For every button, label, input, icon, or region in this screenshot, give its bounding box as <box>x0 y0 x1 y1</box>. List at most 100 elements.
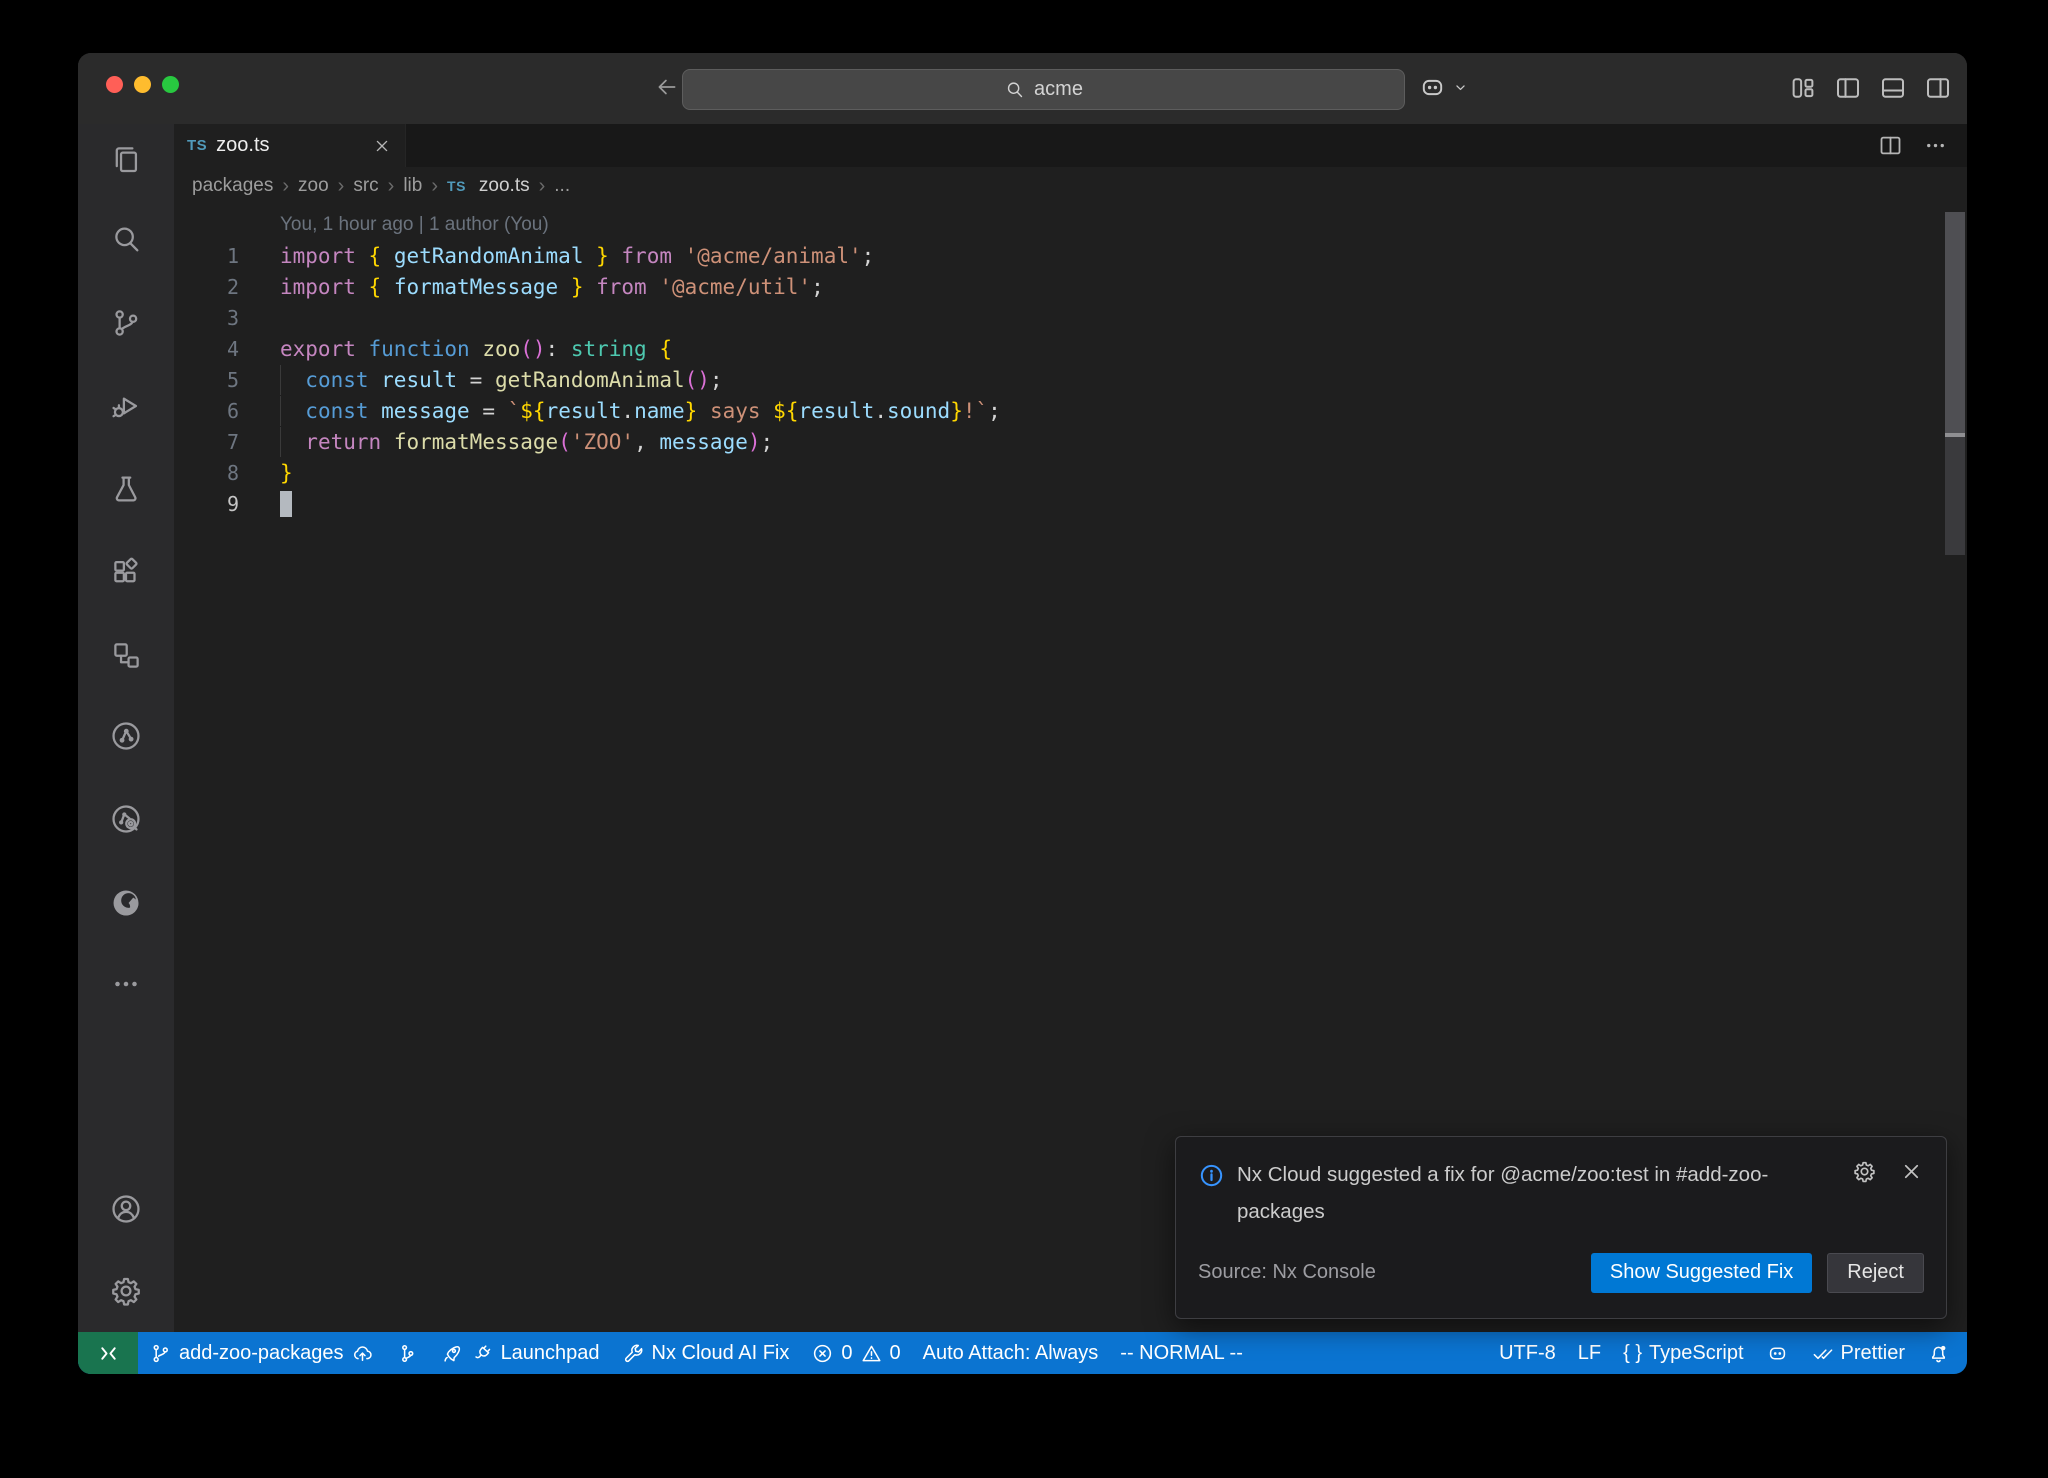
line-number[interactable]: 7 <box>174 430 239 454</box>
status-end-of-line[interactable]: LF <box>1567 1332 1612 1374</box>
files-icon[interactable] <box>109 142 143 176</box>
code-line-9[interactable]: 9 <box>174 488 1967 519</box>
code-line-5[interactable]: 5 const result = getRandomAnimal(); <box>174 364 1967 395</box>
status-text: -- NORMAL -- <box>1120 1342 1243 1365</box>
settings-gear-icon[interactable] <box>109 1274 143 1308</box>
status-text: { } <box>1623 1342 1642 1365</box>
browser-edge-icon[interactable] <box>109 886 143 920</box>
split-editor-icon[interactable] <box>1877 132 1904 159</box>
extensions-icon[interactable] <box>109 555 143 589</box>
arrow-left-icon[interactable] <box>654 74 680 100</box>
nx-cloud-icon[interactable] <box>109 802 143 836</box>
status-notifications-bell[interactable] <box>1916 1332 1961 1374</box>
breadcrumb-item-src[interactable]: src <box>353 175 378 197</box>
error-icon <box>811 1342 834 1365</box>
command-center-search[interactable]: acme <box>682 69 1405 110</box>
code-line-8[interactable]: 8} <box>174 457 1967 488</box>
line-number[interactable]: 3 <box>174 306 239 330</box>
toggle-panel-icon[interactable] <box>1878 73 1908 103</box>
line-number[interactable]: 9 <box>174 492 239 516</box>
code-line-1[interactable]: 1 import { getRandomAnimal } from '@acme/… <box>174 240 1967 271</box>
code-line-7[interactable]: 7 return formatMessage('ZOO', message); <box>174 426 1967 457</box>
status-language-mode[interactable]: { }TypeScript <box>1612 1332 1754 1374</box>
testing-beaker-icon[interactable] <box>109 472 143 506</box>
status-vim-mode[interactable]: -- NORMAL -- <box>1109 1332 1254 1374</box>
traffic-light-close[interactable] <box>106 76 123 93</box>
breadcrumb-item-packages[interactable]: packages <box>192 175 273 197</box>
status-text: Nx Cloud AI Fix <box>652 1342 790 1365</box>
title-bar: acme <box>78 53 1967 124</box>
warning-icon <box>860 1342 883 1365</box>
status-encoding[interactable]: UTF-8 <box>1488 1332 1567 1374</box>
breadcrumb-separator: › <box>282 175 289 198</box>
status-launchpad[interactable]: Launchpad <box>430 1332 611 1374</box>
status-auto-attach[interactable]: Auto Attach: Always <box>912 1332 1110 1374</box>
breadcrumb-item-zoo[interactable]: zoo <box>298 175 329 197</box>
tab-bar: TS zoo.ts <box>174 124 1967 167</box>
line-number[interactable]: 5 <box>174 368 239 392</box>
editor-scrollbar[interactable] <box>1945 212 1965 433</box>
text-cursor <box>280 491 292 517</box>
search-icon[interactable] <box>109 222 143 256</box>
code-text: const result = getRandomAnimal(); <box>280 368 723 392</box>
customize-layout-icon[interactable] <box>1788 73 1818 103</box>
more-actions-icon[interactable] <box>1922 132 1949 159</box>
status-remote-indicator[interactable] <box>78 1332 138 1374</box>
line-number[interactable]: 2 <box>174 275 239 299</box>
typescript-file-badge: TS <box>447 178 466 194</box>
ellipsis-icon[interactable] <box>109 967 143 1001</box>
cloud-upload-icon <box>351 1342 374 1365</box>
status-text: UTF-8 <box>1499 1342 1556 1365</box>
code-text: import { getRandomAnimal } from '@acme/a… <box>280 244 874 268</box>
run-debug-icon[interactable] <box>109 389 143 423</box>
status-text: 0 <box>890 1342 901 1365</box>
nx-console-icon[interactable] <box>109 719 143 753</box>
traffic-light-zoom[interactable] <box>162 76 179 93</box>
code-text: return formatMessage('ZOO', message); <box>280 430 773 454</box>
reject-button[interactable]: Reject <box>1827 1253 1924 1293</box>
activity-bar <box>78 124 174 1332</box>
toggle-primary-sidebar-icon[interactable] <box>1833 73 1863 103</box>
status-bar-right: UTF-8 LF{ }TypeScript Prettier <box>1488 1332 1967 1374</box>
code-text: } <box>280 461 293 485</box>
copilot-menu-button[interactable] <box>1418 73 1470 102</box>
tab-zoo-ts[interactable]: TS zoo.ts <box>174 124 406 167</box>
status-git-branch[interactable]: add-zoo-packages <box>138 1332 385 1374</box>
breadcrumb-item-lib[interactable]: lib <box>403 175 422 197</box>
breadcrumb-more[interactable]: ... <box>554 175 570 197</box>
rocket-icon <box>441 1342 464 1365</box>
status-nx-cloud-ai-fix[interactable]: Nx Cloud AI Fix <box>611 1332 801 1374</box>
line-number[interactable]: 1 <box>174 244 239 268</box>
line-number[interactable]: 6 <box>174 399 239 423</box>
line-number[interactable]: 4 <box>174 337 239 361</box>
notification-source: Source: Nx Console <box>1198 1261 1376 1284</box>
status-copilot-status[interactable] <box>1755 1332 1800 1374</box>
code-line-3[interactable]: 3 <box>174 302 1967 333</box>
status-text: Prettier <box>1841 1342 1905 1365</box>
code-line-2[interactable]: 2import { formatMessage } from '@acme/ut… <box>174 271 1967 302</box>
breadcrumb-separator: › <box>539 175 546 198</box>
copilot-icon <box>1766 1342 1789 1365</box>
notification-message: Nx Cloud suggested a fix for @acme/zoo:t… <box>1237 1157 1840 1231</box>
gear-icon[interactable] <box>1852 1159 1877 1184</box>
account-icon[interactable] <box>109 1192 143 1226</box>
code-line-6[interactable]: 6 const message = `${result.name} says $… <box>174 395 1967 426</box>
code-line-4[interactable]: 4export function zoo(): string { <box>174 333 1967 364</box>
line-number[interactable]: 8 <box>174 461 239 485</box>
status-source-control-graph[interactable] <box>385 1332 430 1374</box>
status-problems[interactable]: 00 <box>800 1332 911 1374</box>
toggle-secondary-sidebar-icon[interactable] <box>1923 73 1953 103</box>
show-suggested-fix-button[interactable]: Show Suggested Fix <box>1591 1253 1812 1293</box>
traffic-light-minimize[interactable] <box>134 76 151 93</box>
close-icon[interactable] <box>1899 1159 1924 1184</box>
search-value: acme <box>1034 78 1083 101</box>
search-icon <box>1004 79 1025 100</box>
status-formatter-prettier[interactable]: Prettier <box>1800 1332 1916 1374</box>
linked-references-icon[interactable] <box>109 638 143 672</box>
copilot-icon <box>1418 73 1447 102</box>
code-editor[interactable]: You, 1 hour ago | 1 author (You) 1import… <box>174 210 1967 519</box>
close-icon[interactable] <box>372 136 392 156</box>
breadcrumb-file[interactable]: zoo.ts <box>479 175 530 197</box>
desktop: { "colors": { "status_bar_blue": "#0b74d… <box>0 0 2048 1478</box>
source-control-icon[interactable] <box>109 306 143 340</box>
